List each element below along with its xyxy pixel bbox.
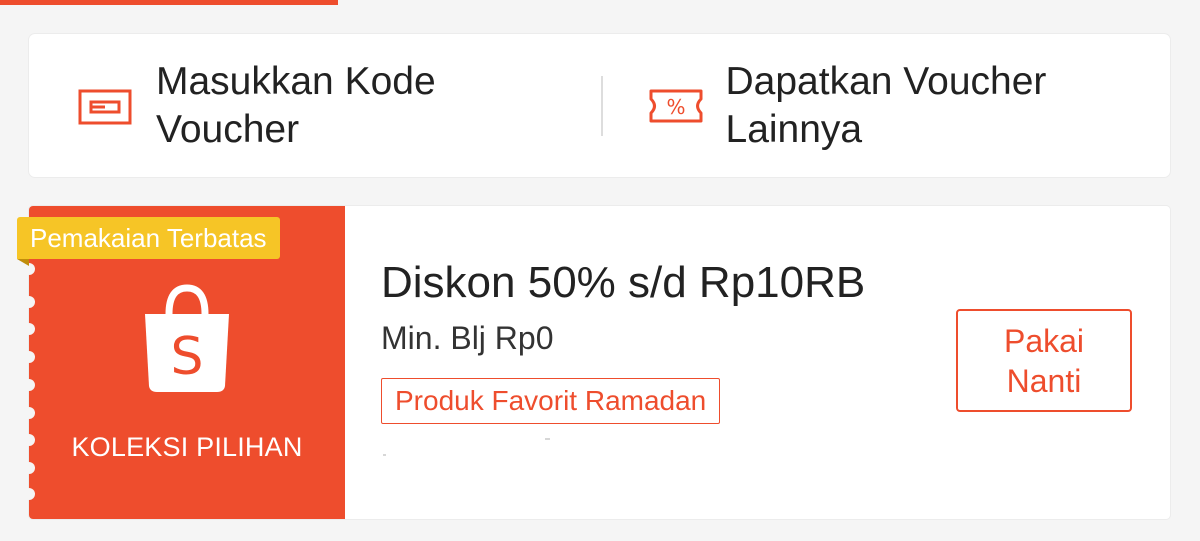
use-later-button[interactable]: Pakai Nanti [956,309,1132,412]
active-tab-indicator [0,0,338,5]
voucher-min-spend: Min. Blj Rp0 [381,320,554,356]
get-more-vouchers-label: Dapatkan Voucher Lainnya [725,59,1047,151]
perforation-dot [23,462,35,474]
voucher-title: Diskon 50% s/d Rp10RB [381,258,866,307]
voucher-category-tag: Produk Favorit Ramadan [381,378,721,424]
perforation-dot [23,407,35,419]
percent-ticket-icon: % [649,89,702,122]
svg-text:S: S [170,327,203,387]
limited-use-badge: Pemakaian Terbatas [17,217,280,259]
badge-ribbon-fold [17,259,29,266]
enter-voucher-code-button[interactable]: Masukkan Kode Voucher [29,34,601,177]
collection-label: KOLEKSI PILIHAN [71,432,303,462]
voucher-card-icon [78,89,132,124]
get-more-vouchers-button[interactable]: % Dapatkan Voucher Lainnya [603,34,1171,177]
validity-placeholder [383,454,386,456]
perforation-dot [23,379,35,391]
perforation-dot [23,488,35,500]
voucher-actions-bar: Masukkan Kode Voucher % Dapatkan Voucher… [29,34,1170,177]
perforation-dot [23,323,35,335]
shopee-bag-icon: S [145,284,229,392]
svg-text:%: % [666,95,685,119]
perforation-dot [23,296,35,308]
perforation-dot [23,434,35,446]
validity-placeholder [545,438,550,440]
perforation-dot [23,351,35,363]
enter-voucher-code-label: Masukkan Kode Voucher [156,59,436,151]
